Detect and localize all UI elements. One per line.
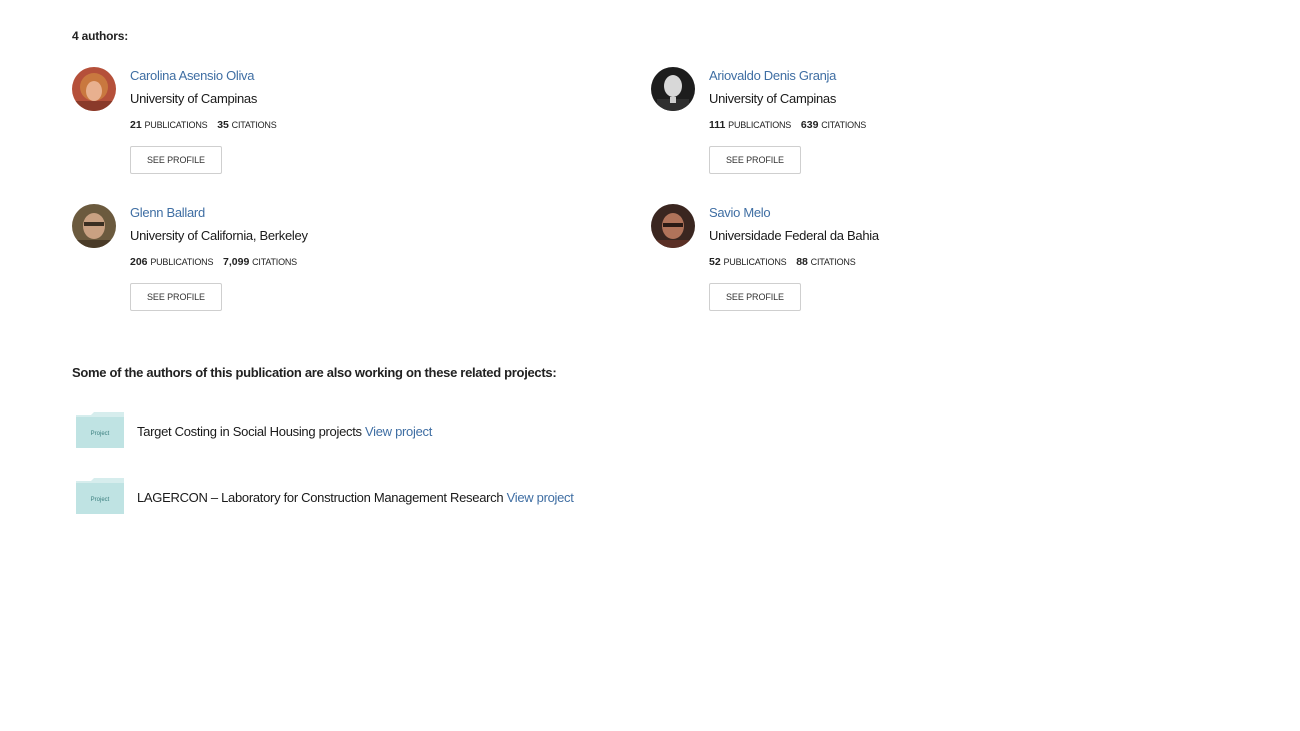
- citations-label: CITATIONS: [252, 257, 297, 267]
- project-title: LAGERCON – Laboratory for Construction M…: [137, 490, 504, 505]
- author-institution: University of Campinas: [130, 91, 258, 106]
- author-card: Glenn Ballard University of California, …: [72, 204, 572, 324]
- publications-label: PUBLICATIONS: [150, 257, 214, 267]
- project-row: Project LAGERCON – Laboratory for Constr…: [75, 477, 775, 517]
- author-institution: Universidade Federal da Bahia: [709, 228, 879, 243]
- project-icon-label: Project: [91, 497, 110, 503]
- publications-count: 21: [130, 119, 142, 131]
- author-stats: 21 PUBLICATIONS 35 CITATIONS: [130, 119, 284, 131]
- authors-heading: 4 authors:: [72, 29, 129, 43]
- author-avatar[interactable]: [651, 204, 695, 248]
- author-card: Savio Melo Universidade Federal da Bahia…: [651, 204, 1151, 324]
- author-name-link[interactable]: Ariovaldo Denis Granja: [709, 68, 836, 83]
- publications-label: PUBLICATIONS: [723, 257, 787, 267]
- publications-label: PUBLICATIONS: [728, 120, 792, 130]
- see-profile-button[interactable]: SEE PROFILE: [709, 283, 801, 311]
- author-stats: 52 PUBLICATIONS 88 CITATIONS: [709, 256, 863, 268]
- author-avatar[interactable]: [72, 204, 116, 248]
- projects-heading: Some of the authors of this publication …: [72, 365, 557, 380]
- citations-count: 88: [796, 256, 808, 268]
- see-profile-button[interactable]: SEE PROFILE: [709, 146, 801, 174]
- view-project-link[interactable]: View project: [365, 424, 432, 439]
- author-institution: University of Campinas: [709, 91, 837, 106]
- project-text: Target Costing in Social Housing project…: [137, 424, 432, 439]
- citations-count: 639: [800, 119, 819, 131]
- view-project-link[interactable]: View project: [507, 490, 574, 505]
- author-card: Ariovaldo Denis Granja University of Cam…: [651, 67, 1151, 187]
- see-profile-button[interactable]: SEE PROFILE: [130, 283, 222, 311]
- author-name-link[interactable]: Carolina Asensio Oliva: [130, 68, 254, 83]
- see-profile-button[interactable]: SEE PROFILE: [130, 146, 222, 174]
- project-folder-icon: Project: [75, 477, 125, 515]
- author-avatar[interactable]: [72, 67, 116, 111]
- project-row: Project Target Costing in Social Housing…: [75, 411, 775, 451]
- publications-count: 111: [709, 119, 726, 131]
- citations-count: 7,099: [223, 256, 250, 268]
- author-institution: University of California, Berkeley: [130, 228, 308, 243]
- author-avatar[interactable]: [651, 67, 695, 111]
- project-title: Target Costing in Social Housing project…: [137, 424, 362, 439]
- publications-label: PUBLICATIONS: [144, 120, 208, 130]
- publications-count: 206: [130, 256, 148, 268]
- author-name-link[interactable]: Savio Melo: [709, 205, 771, 220]
- author-card: Carolina Asensio Oliva University of Cam…: [72, 67, 572, 187]
- project-icon-label: Project: [91, 431, 110, 437]
- author-stats: 206 PUBLICATIONS 7,099 CITATIONS: [130, 256, 304, 268]
- project-text: LAGERCON – Laboratory for Construction M…: [137, 490, 574, 505]
- citations-label: CITATIONS: [810, 257, 856, 267]
- citations-label: CITATIONS: [821, 120, 867, 130]
- project-folder-icon: Project: [75, 411, 125, 449]
- citations-count: 35: [217, 119, 229, 131]
- publications-count: 52: [709, 256, 721, 268]
- author-name-link[interactable]: Glenn Ballard: [130, 205, 205, 220]
- author-stats: 111 PUBLICATIONS 639 CITATIONS: [709, 119, 873, 131]
- citations-label: CITATIONS: [231, 120, 277, 130]
